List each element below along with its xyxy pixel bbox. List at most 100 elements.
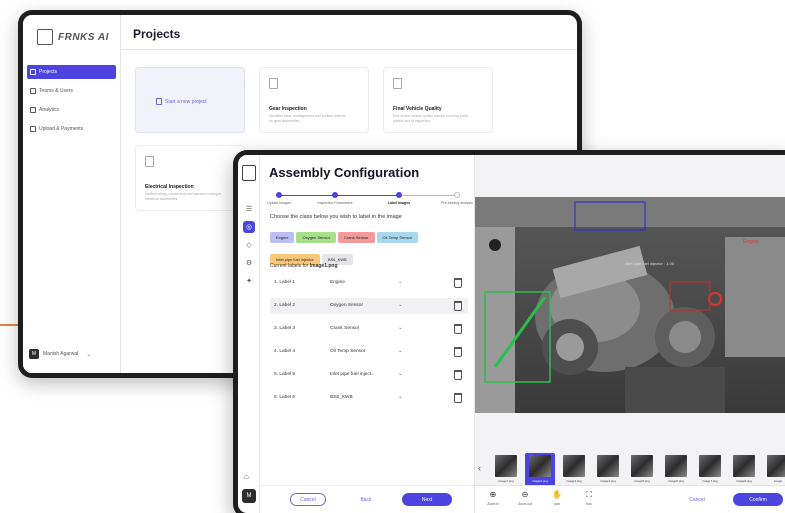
chevron-down-icon[interactable]: ⌄	[398, 325, 403, 331]
label-name: 6. Label 6	[274, 395, 296, 400]
class-chip[interactable]: Crank Sensor	[338, 232, 375, 243]
new-project-card[interactable]: Start a new project	[135, 67, 245, 133]
class-select[interactable]: BS6_KWB	[330, 395, 353, 400]
cancel-button[interactable]: Cancel	[677, 493, 717, 506]
class-chip[interactable]: Oxygen Sensor	[296, 232, 337, 243]
image-thumbnail[interactable]: image7.png	[695, 453, 725, 487]
hand-tool[interactable]: ✋ pan	[545, 490, 569, 506]
chevron-down-icon[interactable]: ⌄	[398, 371, 403, 377]
new-project-label: Start a new project	[156, 98, 207, 105]
trash-icon[interactable]	[454, 393, 462, 403]
chevron-down-icon: ⌄	[86, 351, 92, 358]
engine-photo: Inlet pipe fuel injector : 1.00 Engine	[475, 197, 785, 413]
label-row: 5. Label 5 Inlet pipe fuel inject.. ⌄	[270, 367, 468, 383]
sidebar-item-label: Projects	[39, 69, 58, 75]
chevron-down-icon[interactable]: ⌄	[398, 394, 403, 400]
thumbnail-caption: image7.png	[702, 479, 718, 483]
class-chip[interactable]: Engine	[270, 232, 295, 243]
annotation-label: Inlet pipe fuel injector : 1.00	[625, 261, 675, 266]
back-sidebar: FRNKS AI Projects Teams & Users Analytics U…	[23, 15, 121, 373]
label-row: 6. Label 6 BS6_KWB ⌄	[270, 390, 468, 406]
thumbnail-image	[597, 455, 619, 477]
step-connector	[279, 195, 335, 196]
chevron-left-icon[interactable]: ‹	[478, 463, 481, 473]
image-thumbnail[interactable]: image4.png	[593, 453, 623, 487]
current-labels-heading: Current labels for Image1.png	[270, 263, 338, 269]
trash-icon[interactable]	[454, 324, 462, 334]
box-icon: ⛶	[586, 490, 592, 499]
cancel-button[interactable]: Cancel	[290, 493, 326, 506]
back-logo: FRNKS AI	[23, 15, 120, 45]
thumbnail-image	[529, 455, 551, 477]
hand-icon: ✋	[552, 490, 562, 499]
step-dot[interactable]	[332, 192, 338, 198]
tool-label: Zoom out	[518, 502, 532, 506]
trash-icon[interactable]	[454, 278, 462, 288]
class-select[interactable]: Engine	[330, 280, 345, 285]
zoom-out-tool[interactable]: ⊖ Zoom out	[513, 490, 537, 506]
project-card-title: Electrical Inspection	[145, 184, 194, 190]
back-header: Projects	[121, 15, 577, 50]
trash-icon[interactable]	[454, 347, 462, 357]
image-thumbnail[interactable]: image	[763, 453, 785, 487]
gear-icon[interactable]: ⚙	[243, 257, 255, 269]
home-icon[interactable]: ⌂	[244, 472, 249, 481]
sidebar-item[interactable]: Projects	[27, 65, 116, 79]
engine-image[interactable]: Inlet pipe fuel injector : 1.00 Engine	[475, 197, 785, 413]
current-labels-file: Image1.png	[309, 263, 338, 269]
chevron-down-icon[interactable]: ⌄	[398, 302, 403, 308]
box-tool[interactable]: ⛶ box	[577, 490, 601, 506]
class-select[interactable]: Inlet pipe fuel inject..	[330, 372, 374, 377]
stepper: Upload Images Inspection Parameters Label …	[267, 192, 473, 212]
thumbnail-caption: image8.png	[736, 479, 752, 483]
step-dot[interactable]	[454, 192, 460, 198]
step-dot[interactable]	[396, 192, 402, 198]
image-thumbnail[interactable]: image5.png	[627, 453, 657, 487]
image-thumbnail[interactable]: image8.png	[729, 453, 759, 487]
thumbnail-caption: image6.png	[668, 479, 684, 483]
database-icon[interactable]: ☰	[243, 203, 255, 215]
users-icon	[30, 88, 36, 94]
image-thumbnail[interactable]: image3.png	[559, 453, 589, 487]
thumbnail-image	[767, 455, 785, 477]
sidebar-item[interactable]: Upload & Payments	[27, 122, 116, 136]
project-card[interactable]: Gear Inspection Identifies wear, misalig…	[259, 67, 369, 133]
thumbnail-caption: image	[773, 479, 783, 483]
chevron-down-icon[interactable]: ⌄	[398, 279, 403, 285]
class-chip[interactable]: Oil Temp Sensor	[376, 232, 419, 243]
page-title: Assembly Configuration	[269, 165, 420, 180]
label-panel: Assembly Configuration Upload Images Insp…	[260, 155, 474, 513]
next-button[interactable]: Next	[402, 493, 452, 506]
image-panel: Inlet pipe fuel injector : 1.00 Engine ‹…	[474, 155, 785, 513]
back-user[interactable]: M Manish Agarwal ⌄	[29, 349, 91, 359]
sidebar-item[interactable]: Analytics	[27, 103, 116, 117]
trash-icon[interactable]	[454, 370, 462, 380]
chevron-down-icon[interactable]: ⌄	[398, 348, 403, 354]
image-thumbnail[interactable]: image1.png	[491, 453, 521, 487]
sparkle-icon[interactable]: ✦	[243, 275, 255, 287]
class-select[interactable]: Crank Sensor	[330, 326, 359, 331]
tool-label: box	[586, 502, 592, 506]
zoom-in-tool[interactable]: ⊕ Zoom in	[481, 490, 505, 506]
back-button[interactable]: Back	[348, 493, 384, 506]
avatar[interactable]: M	[242, 489, 256, 503]
step-dot[interactable]	[276, 192, 282, 198]
project-card[interactable]: Final Vehicle Quality End-of-line vehicl…	[383, 67, 493, 133]
logo-text: FRNKS AI	[58, 31, 109, 43]
thumbnail-caption: image5.png	[634, 479, 650, 483]
tag-icon[interactable]: ◇	[243, 239, 255, 251]
confirm-button[interactable]: Confirm	[733, 493, 783, 506]
sidebar-item[interactable]: Teams & Users	[27, 84, 116, 98]
project-card[interactable]: Electrical Inspection Verifies wiring, c…	[135, 145, 245, 211]
image-thumbnail[interactable]: image2.png	[525, 453, 555, 487]
trash-icon[interactable]	[454, 301, 462, 311]
thumbnail-caption: image3.png	[566, 479, 582, 483]
thumbnail-image	[699, 455, 721, 477]
image-thumbnail[interactable]: image6.png	[661, 453, 691, 487]
chart-icon	[30, 107, 36, 113]
target-icon[interactable]: ◎	[243, 221, 255, 233]
class-select[interactable]: Oxygen Sensor	[330, 303, 363, 308]
thumbnail-image	[665, 455, 687, 477]
step-connector	[335, 195, 399, 196]
class-select[interactable]: Oil Temp Sensor	[330, 349, 365, 354]
